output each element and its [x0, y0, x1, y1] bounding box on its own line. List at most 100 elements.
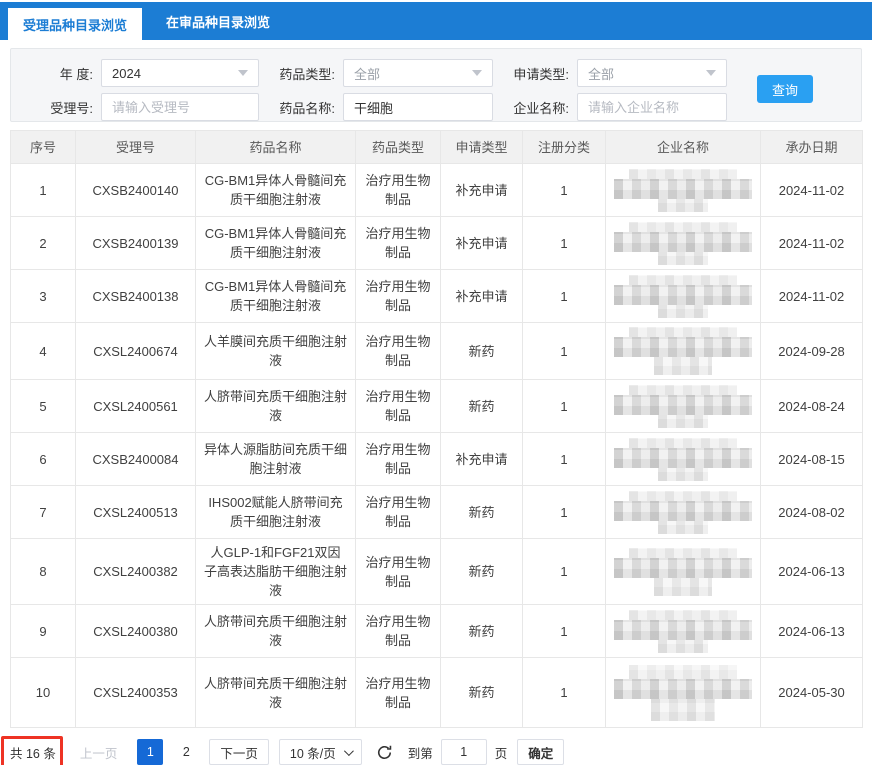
cell-apply-type: 新药 — [440, 604, 523, 658]
mosaic-block — [658, 198, 708, 212]
year-select[interactable]: 2024 — [101, 59, 259, 87]
next-page-button[interactable]: 下一页 — [209, 739, 269, 765]
cell-date: 2024-06-13 — [760, 538, 863, 605]
cell-drug-type: 治疗用生物制品 — [355, 538, 441, 605]
apply-type-label: 申请类型: — [513, 66, 569, 82]
apply-type-select-value: 全部 — [588, 66, 615, 82]
censored-company-mosaic — [614, 384, 752, 428]
cell-drug-type: 治疗用生物制品 — [355, 269, 441, 323]
column-header: 申请类型 — [440, 130, 523, 164]
tab-accepted-catalog[interactable]: 受理品种目录浏览 — [8, 8, 142, 40]
goto-page-label: 到第 — [407, 746, 433, 761]
cell-drug-name: 人羊膜间充质干细胞注射液 — [195, 322, 356, 380]
column-header: 注册分类 — [522, 130, 606, 164]
drug-type-label: 药品类型: — [279, 66, 335, 82]
confirm-button[interactable]: 确定 — [517, 739, 565, 765]
table-row: 6 CXSB2400084 异体人源脂肪间充质干细胞注射液 治疗用生物制品 补充… — [10, 432, 863, 486]
cell-reg-class: 1 — [522, 379, 606, 433]
mosaic-block — [614, 678, 752, 699]
cell-date: 2024-08-02 — [760, 485, 863, 539]
mosaic-block — [629, 437, 737, 448]
censored-company-mosaic — [614, 490, 752, 534]
cell-company — [605, 269, 761, 323]
mosaic-block — [658, 251, 708, 265]
tab-under-review-catalog[interactable]: 在审品种目录浏览 — [142, 2, 294, 40]
mosaic-block — [658, 467, 708, 481]
cell-drug-name: IHS002赋能人脐带间充质干细胞注射液 — [195, 485, 356, 539]
column-header: 药品类型 — [355, 130, 441, 164]
column-header: 企业名称 — [605, 130, 761, 164]
cell-reg-class: 1 — [522, 657, 606, 728]
cell-date: 2024-11-02 — [760, 163, 863, 217]
cell-drug-name: CG-BM1异体人骨髓间充质干细胞注射液 — [195, 163, 356, 217]
tab-bar: 受理品种目录浏览 在审品种目录浏览 — [0, 2, 872, 40]
refresh-icon[interactable] — [372, 739, 398, 765]
mosaic-block — [614, 284, 752, 305]
accept-no-label: 受理号: — [50, 100, 93, 116]
pagination-bar: 共 16 条 上一页 1 2 下一页 10 条/页 到第 页 确定 — [8, 739, 868, 765]
column-header: 承办日期 — [760, 130, 863, 164]
censored-company-mosaic — [614, 221, 752, 265]
cell-company — [605, 163, 761, 217]
cell-drug-name: 人脐带间充质干细胞注射液 — [195, 604, 356, 658]
chevron-down-icon — [238, 70, 248, 76]
mosaic-block — [629, 664, 737, 679]
cell-company — [605, 216, 761, 270]
cell-accept-no: CXSB2400138 — [75, 269, 196, 323]
page-size-select[interactable]: 10 条/页 — [278, 739, 362, 765]
page-size-value: 10 条/页 — [289, 746, 336, 761]
cell-reg-class: 1 — [522, 485, 606, 539]
cell-index: 1 — [10, 163, 76, 217]
cell-accept-no: CXSL2400513 — [75, 485, 196, 539]
cell-drug-type: 治疗用生物制品 — [355, 322, 441, 380]
search-button[interactable]: 查询 — [757, 75, 813, 103]
accept-no-input[interactable] — [101, 93, 259, 121]
cell-reg-class: 1 — [522, 432, 606, 486]
cell-apply-type: 补充申请 — [440, 163, 523, 217]
drug-type-select-value: 全部 — [354, 66, 381, 82]
apply-type-select[interactable]: 全部 — [577, 59, 727, 87]
cell-apply-type: 补充申请 — [440, 216, 523, 270]
mosaic-block — [658, 520, 708, 534]
page-number-1[interactable]: 1 — [137, 739, 164, 765]
mosaic-block — [614, 557, 752, 578]
cell-drug-name: CG-BM1异体人骨髓间充质干细胞注射液 — [195, 216, 356, 270]
mosaic-block — [629, 609, 737, 620]
cell-reg-class: 1 — [522, 163, 606, 217]
mosaic-block — [658, 414, 708, 428]
cell-date: 2024-06-13 — [760, 604, 863, 658]
mosaic-block — [629, 490, 737, 501]
mosaic-block — [614, 178, 752, 199]
goto-page-suffix: 页 — [494, 746, 508, 761]
drug-name-label: 药品名称: — [279, 100, 335, 116]
cell-date: 2024-11-02 — [760, 269, 863, 323]
cell-index: 10 — [10, 657, 76, 728]
total-count: 共 16 条 — [10, 746, 56, 761]
cell-index: 5 — [10, 379, 76, 433]
table-row: 3 CXSB2400138 CG-BM1异体人骨髓间充质干细胞注射液 治疗用生物… — [10, 269, 863, 323]
mosaic-block — [614, 337, 752, 357]
goto-page-input[interactable] — [440, 739, 487, 765]
drug-name-input[interactable] — [343, 93, 493, 121]
cell-company — [605, 485, 761, 539]
cell-drug-type: 治疗用生物制品 — [355, 485, 441, 539]
year-select-value: 2024 — [112, 65, 141, 81]
cell-index: 8 — [10, 538, 76, 605]
results-table: 序号 受理号 药品名称 药品类型 申请类型 注册分类 企业名称 承办日期 1 CXSB2400… — [10, 130, 863, 728]
prev-page-button[interactable]: 上一页 — [69, 739, 128, 765]
cell-index: 7 — [10, 485, 76, 539]
censored-company-mosaic — [614, 168, 752, 212]
cell-apply-type: 新药 — [440, 657, 523, 728]
cell-drug-name: 人GLP-1和FGF21双因子高表达脂肪干细胞注射液 — [195, 538, 356, 605]
page-number-2[interactable]: 2 — [173, 739, 200, 765]
table-row: 10 CXSL2400353 人脐带间充质干细胞注射液 治疗用生物制品 新药 1… — [10, 657, 863, 728]
filter-row-1: 年 度: 2024 药品类型: 全部 申请类型: 全部 — [39, 59, 861, 87]
company-input[interactable] — [577, 93, 727, 121]
column-header: 药品名称 — [195, 130, 356, 164]
filter-panel: 年 度: 2024 药品类型: 全部 申请类型: 全部 受理号: 药品名称: 企… — [10, 48, 862, 122]
mosaic-block — [629, 547, 737, 558]
table-row: 1 CXSB2400140 CG-BM1异体人骨髓间充质干细胞注射液 治疗用生物… — [10, 163, 863, 217]
drug-type-select[interactable]: 全部 — [343, 59, 493, 87]
cell-drug-name: 人脐带间充质干细胞注射液 — [195, 379, 356, 433]
cell-accept-no: CXSB2400139 — [75, 216, 196, 270]
